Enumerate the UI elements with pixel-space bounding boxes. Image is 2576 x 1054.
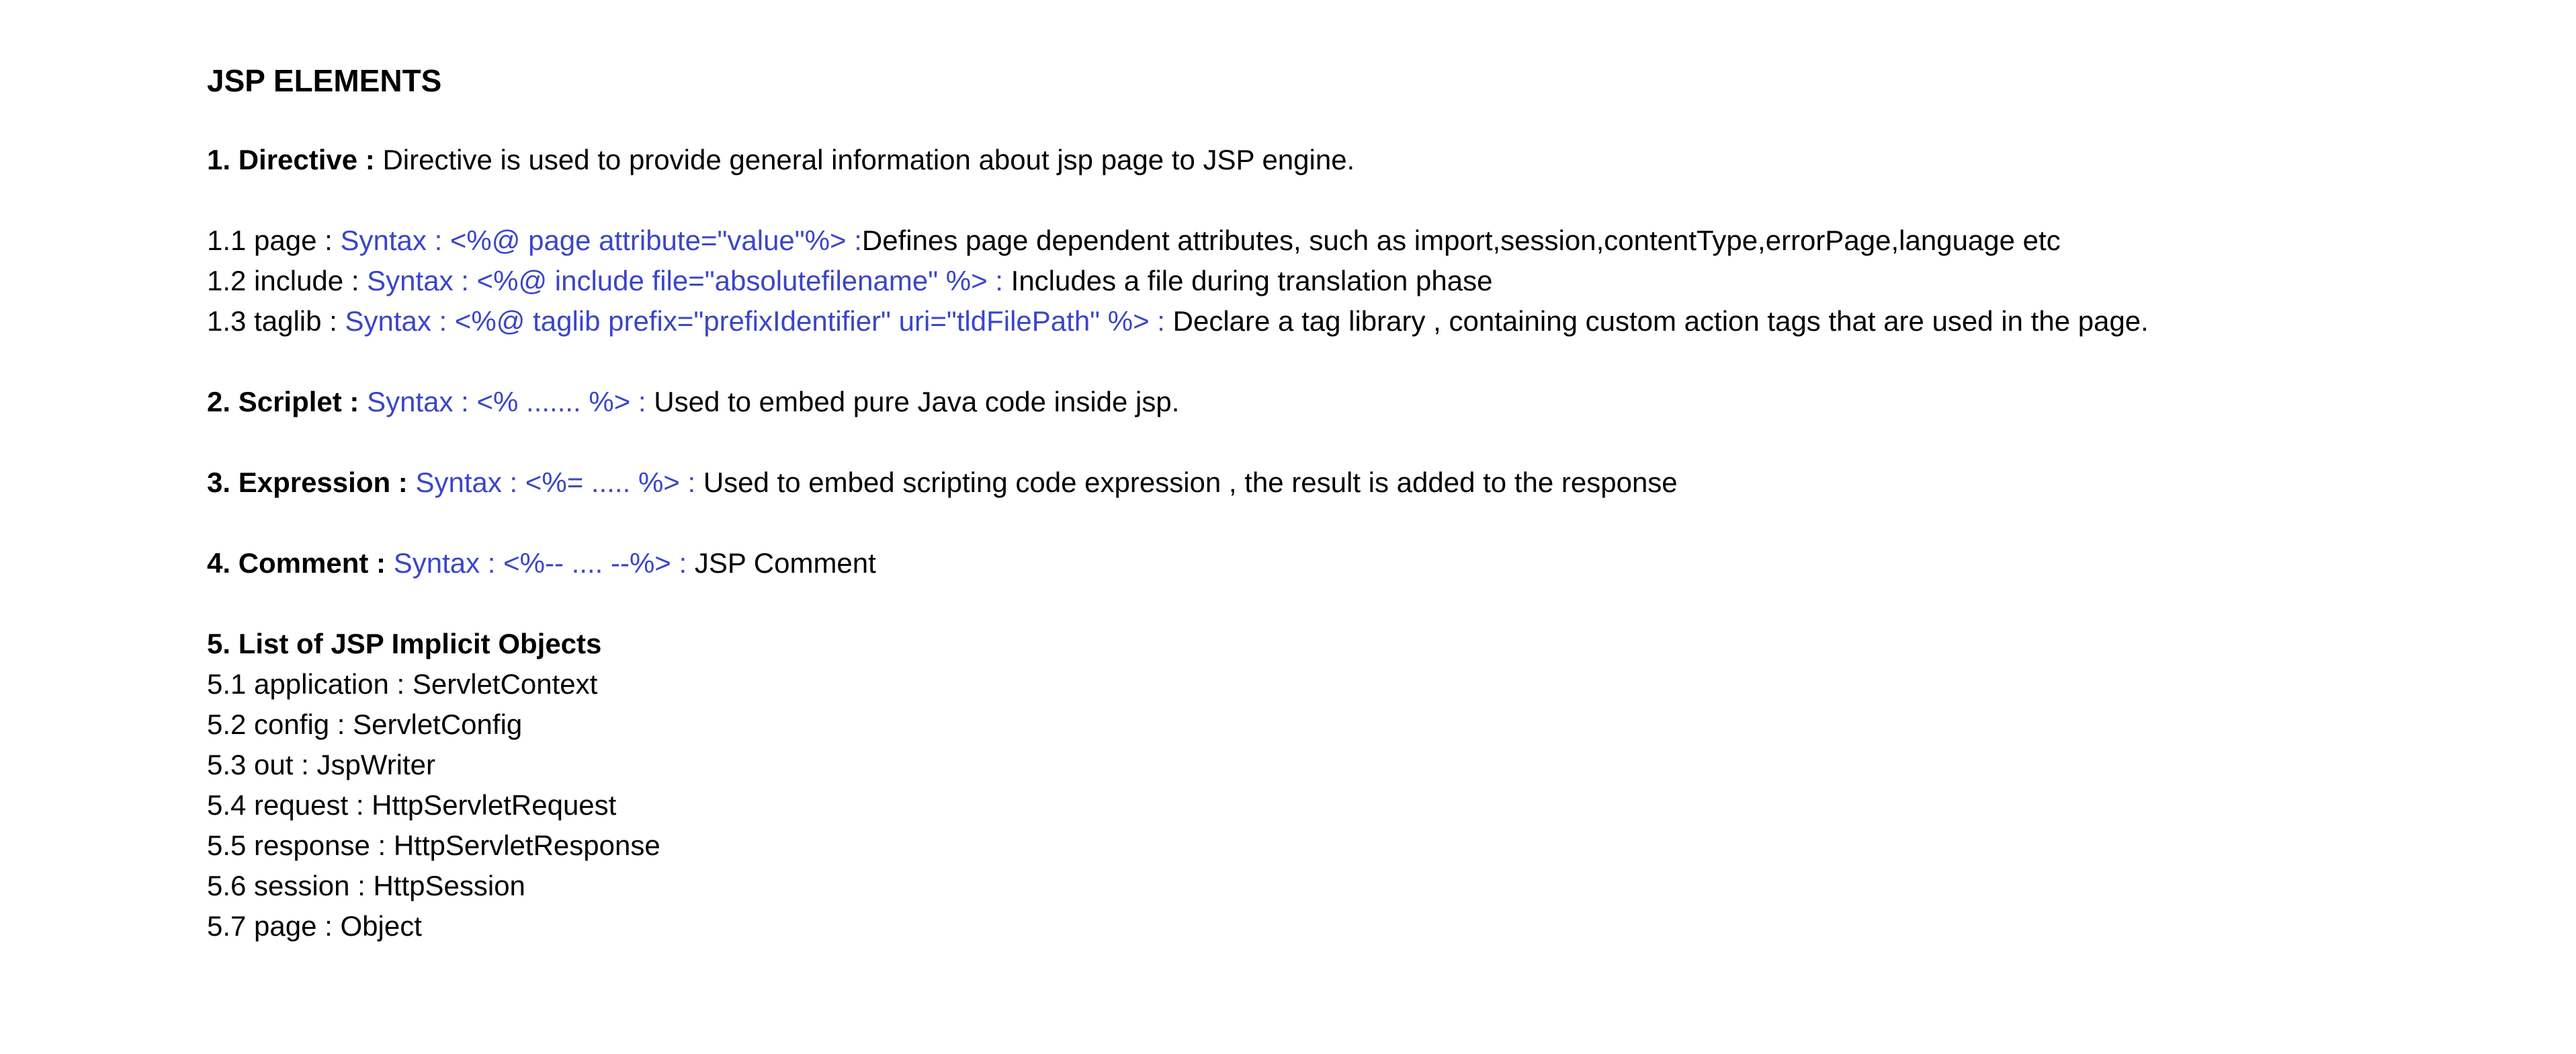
directive-taglib-line: 1.3 taglib : Syntax : <%@ taglib prefix=… xyxy=(207,301,2525,341)
directive-taglib-label: 1.3 taglib : xyxy=(207,305,345,337)
implicit-object-item: 5.1 application : ServletContext xyxy=(207,668,598,700)
implicit-object-item: 5.5 response : HttpServletResponse xyxy=(207,829,660,861)
directive-paragraph: 1. Directive : Directive is used to prov… xyxy=(207,140,2525,180)
directive-include-description: Includes a file during translation phase xyxy=(1002,265,1493,296)
implicit-object-item: 5.4 request : HttpServletRequest xyxy=(207,789,617,821)
comment-syntax: Syntax : <%-- .... --%> : xyxy=(386,547,687,579)
expression-paragraph: 3. Expression : Syntax : <%= ..... %> : … xyxy=(207,462,2525,503)
implicit-objects-heading: 5. List of JSP Implicit Objects xyxy=(207,628,602,659)
directive-taglib-syntax: Syntax : <%@ taglib prefix="prefixIdenti… xyxy=(345,305,1165,337)
directive-include-label: 1.2 include : xyxy=(207,265,368,296)
directive-include-syntax: Syntax : <%@ include file="absolutefilen… xyxy=(367,265,1003,296)
implicit-object-item: 5.3 out : JspWriter xyxy=(207,749,436,780)
comment-paragraph: 4. Comment : Syntax : <%-- .... --%> : J… xyxy=(207,543,2525,583)
comment-heading: 4. Comment : xyxy=(207,547,386,579)
scriptlet-description: Used to embed pure Java code inside jsp. xyxy=(646,386,1180,417)
directive-page-line: 1.1 page : Syntax : <%@ page attribute="… xyxy=(207,220,2525,261)
implicit-object-item: 5.2 config : ServletConfig xyxy=(207,708,523,740)
directive-page-label: 1.1 page : xyxy=(207,225,341,256)
scriptlet-paragraph: 2. Scriplet : Syntax : <% ....... %> : U… xyxy=(207,382,2525,422)
implicit-object-item: 5.6 session : HttpSession xyxy=(207,870,525,901)
document-title: JSP ELEMENTS xyxy=(207,63,442,98)
directive-page-description: Defines page dependent attributes, such … xyxy=(861,225,2061,256)
directive-include-line: 1.2 include : Syntax : <%@ include file=… xyxy=(207,261,2525,301)
directive-description: Directive is used to provide general inf… xyxy=(374,144,1355,175)
directive-page-syntax: Syntax : <%@ page attribute="value"%> : xyxy=(340,225,862,256)
expression-description: Used to embed scripting code expression … xyxy=(695,467,1678,498)
expression-syntax: Syntax : <%= ..... %> : xyxy=(407,467,696,498)
expression-heading: 3. Expression : xyxy=(207,467,408,498)
directive-taglib-description: Declare a tag library , containing custo… xyxy=(1164,305,2149,337)
comment-description: JSP Comment xyxy=(687,547,876,579)
implicit-object-item: 5.7 page : Object xyxy=(207,910,422,942)
document-body: JSP ELEMENTS 1. Directive : Directive is… xyxy=(207,59,2525,946)
scriptlet-heading: 2. Scriplet : xyxy=(207,386,359,417)
scriptlet-syntax: Syntax : <% ....... %> : xyxy=(359,386,646,417)
directive-heading: 1. Directive : xyxy=(207,144,375,175)
